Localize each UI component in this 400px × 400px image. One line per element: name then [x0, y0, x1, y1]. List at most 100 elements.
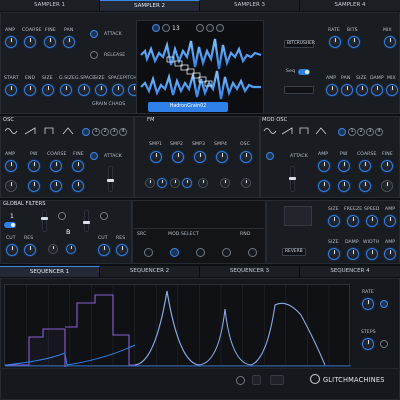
- mod-osc-mod-knob-4[interactable]: [381, 180, 393, 192]
- osc-mod-knob-4[interactable]: [72, 180, 84, 192]
- seq-sync-button[interactable]: [380, 300, 388, 308]
- waveform-reverse-button[interactable]: [206, 24, 214, 32]
- fm-smp1-amt-knob[interactable]: [145, 178, 155, 188]
- fine-knob[interactable]: [44, 36, 56, 48]
- mix-r-knob[interactable]: [386, 84, 398, 96]
- osc-num-2[interactable]: 2: [101, 128, 109, 136]
- osc-mod-knob-3[interactable]: [50, 180, 62, 192]
- reverb-amp-knob[interactable]: [384, 215, 396, 227]
- mod-osc-pw-knob[interactable]: [338, 160, 350, 172]
- coarse-knob[interactable]: [24, 36, 36, 48]
- osc-power-button[interactable]: [82, 128, 90, 136]
- mod-osc-num-1[interactable]: 1: [348, 128, 356, 136]
- mod-osc-mod-knob-1[interactable]: [318, 180, 330, 192]
- seq-rate-knob[interactable]: [362, 298, 374, 310]
- filter-drive-knob[interactable]: [48, 244, 58, 254]
- reverb-damp-knob[interactable]: [347, 248, 359, 260]
- mod-osc-attack-toggle[interactable]: [266, 152, 274, 160]
- osc-mod-knob-2[interactable]: [28, 180, 40, 192]
- start-knob[interactable]: [5, 84, 17, 96]
- filter-a-toggle[interactable]: [4, 222, 16, 228]
- tab-sampler-3[interactable]: SAMPLER 3: [200, 0, 300, 11]
- reverb-amp2-knob[interactable]: [384, 248, 396, 260]
- waveform-loop-button[interactable]: [196, 24, 204, 32]
- cut-a-knob[interactable]: [6, 244, 18, 256]
- attack-toggle[interactable]: [90, 30, 98, 38]
- mod-osc-num-2[interactable]: 2: [357, 128, 365, 136]
- osc-fine-knob[interactable]: [72, 160, 84, 172]
- fm-smp2-dst-knob[interactable]: [182, 178, 192, 188]
- filter-a-fader[interactable]: [41, 210, 48, 232]
- fm-smp3-amt-knob[interactable]: [198, 178, 208, 188]
- osc-num-4[interactable]: 4: [119, 128, 127, 136]
- res-b-knob[interactable]: [116, 244, 128, 256]
- mod-osc-num-4[interactable]: 4: [375, 128, 383, 136]
- waveform-prev-button[interactable]: [162, 24, 170, 32]
- mod-osc-mod-knob-3[interactable]: [359, 180, 371, 192]
- mod-select-2-button[interactable]: [196, 248, 205, 257]
- reverb-width-knob[interactable]: [366, 248, 378, 260]
- mod-osc-coarse-knob[interactable]: [359, 160, 371, 172]
- fm-smp2-amt-knob[interactable]: [170, 178, 180, 188]
- grain-size-knob[interactable]: [60, 84, 72, 96]
- reverb-freeze-knob[interactable]: [347, 215, 359, 227]
- mod-osc-power-button[interactable]: [338, 128, 346, 136]
- chaos-size-knob[interactable]: [95, 84, 107, 96]
- res-a-knob[interactable]: [24, 244, 36, 256]
- filter-b-fader[interactable]: [83, 210, 90, 232]
- footer-next-button[interactable]: [252, 375, 261, 385]
- tab-sequencer-2[interactable]: SEQUENCER 2: [100, 266, 200, 277]
- release-toggle[interactable]: [90, 51, 98, 59]
- mod-select-dropdown[interactable]: [284, 86, 314, 94]
- fm-osc-amt-knob[interactable]: [241, 178, 251, 188]
- tab-sequencer-1[interactable]: SEQUENCER 1: [0, 266, 100, 277]
- reverb-size-knob[interactable]: [328, 215, 340, 227]
- size-knob[interactable]: [42, 84, 54, 96]
- rate-knob[interactable]: [329, 36, 341, 48]
- tab-sequencer-3[interactable]: SEQUENCER 3: [200, 266, 300, 277]
- sample-name-bar[interactable]: HadronGrain02: [148, 102, 228, 112]
- mix-knob[interactable]: [384, 36, 396, 48]
- osc-coarse-knob[interactable]: [50, 160, 62, 172]
- waveform-display[interactable]: [136, 20, 264, 114]
- pan-r-knob[interactable]: [341, 84, 353, 96]
- mod-osc-wave-buttons[interactable]: [262, 126, 332, 136]
- amp-r-knob[interactable]: [326, 84, 338, 96]
- fm-smp1-dst-knob[interactable]: [157, 178, 167, 188]
- mod-osc-fine-knob[interactable]: [381, 160, 393, 172]
- mod-select-1-button[interactable]: [170, 248, 179, 257]
- seq-loop-button[interactable]: [380, 340, 388, 348]
- bits-knob[interactable]: [348, 36, 360, 48]
- grain-space-knob[interactable]: [78, 84, 90, 96]
- osc-level-fader[interactable]: [107, 166, 114, 192]
- osc-attack-toggle[interactable]: [90, 152, 98, 160]
- fm-osc-knob[interactable]: [240, 151, 252, 163]
- rnd-button[interactable]: [248, 248, 257, 257]
- damp-r-knob[interactable]: [371, 84, 383, 96]
- osc-num-1[interactable]: 1: [92, 128, 100, 136]
- amp-knob[interactable]: [5, 36, 17, 48]
- reverb-speed-knob[interactable]: [366, 215, 378, 227]
- fm-smp4-amt-knob[interactable]: [220, 178, 230, 188]
- tab-sequencer-4[interactable]: SEQUENCER 4: [300, 266, 400, 277]
- reverb-size2-knob[interactable]: [328, 248, 340, 260]
- footer-preset-button[interactable]: [270, 375, 284, 385]
- sequencer-step-grid[interactable]: [4, 284, 351, 367]
- mod-osc-mod-knob-2[interactable]: [338, 180, 350, 192]
- mod-osc-level-fader[interactable]: [289, 166, 296, 192]
- seq-steps-knob[interactable]: [362, 338, 374, 350]
- osc-wave-buttons[interactable]: [3, 126, 85, 136]
- fm-smp4-knob[interactable]: [216, 151, 228, 163]
- waveform-mode-button[interactable]: [152, 24, 160, 32]
- tab-sampler-2[interactable]: SAMPLER 2: [100, 0, 200, 11]
- mod-src-button[interactable]: [144, 248, 153, 257]
- tab-sampler-1[interactable]: SAMPLER 1: [0, 0, 100, 11]
- reverb-select[interactable]: REVERB: [282, 248, 306, 256]
- waveform-next-button[interactable]: [216, 24, 224, 32]
- filter-a-mode-button[interactable]: [58, 212, 66, 220]
- fx-select[interactable]: BITCRUSHER: [284, 40, 315, 48]
- size-r-knob[interactable]: [356, 84, 368, 96]
- cut-b-knob[interactable]: [98, 244, 110, 256]
- osc-amp-knob[interactable]: [5, 160, 17, 172]
- mod-select-3-button[interactable]: [222, 248, 231, 257]
